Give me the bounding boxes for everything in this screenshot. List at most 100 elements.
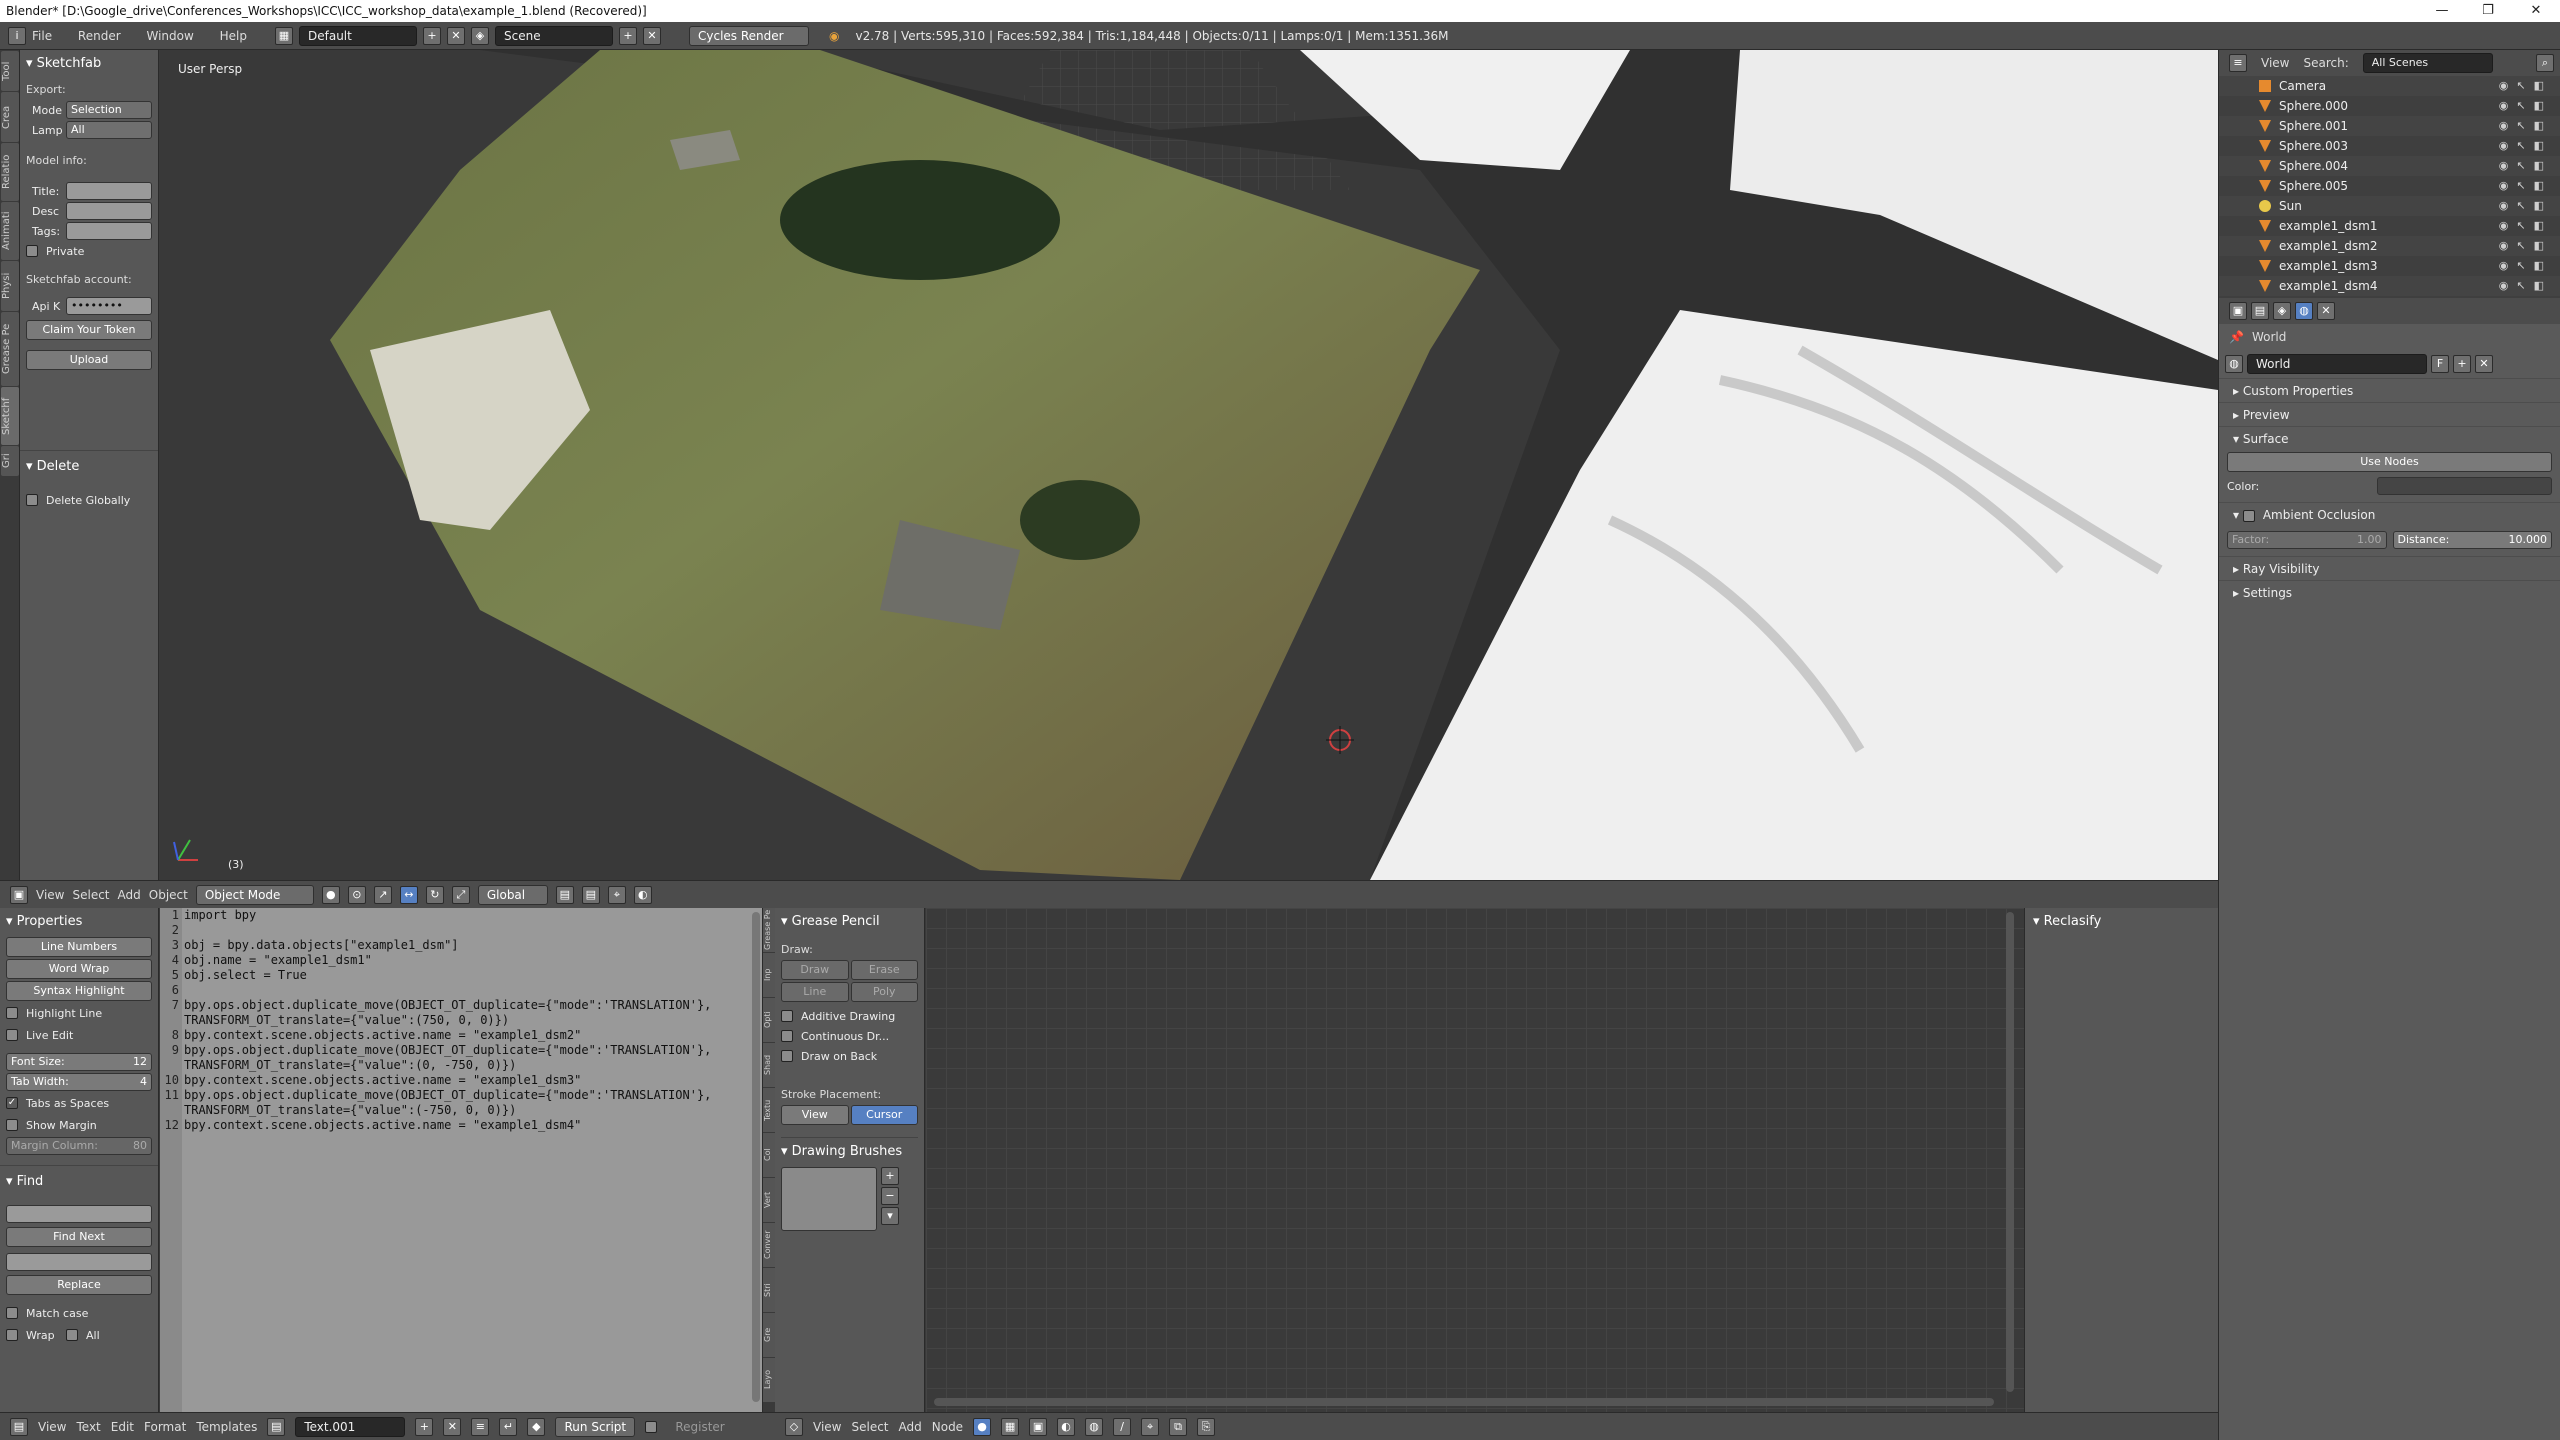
- screen-layout-icon[interactable]: ▦: [275, 26, 293, 45]
- visibility-toggle-icon[interactable]: ◉↖◧: [2499, 159, 2552, 172]
- claim-token-button[interactable]: Claim Your Token: [26, 320, 152, 340]
- code-line[interactable]: bpy.ops.object.duplicate_move(OBJECT_OT_…: [184, 1088, 711, 1103]
- outliner-item-name[interactable]: Sphere.000: [2279, 99, 2348, 113]
- grease-tab[interactable]: Col: [763, 1133, 775, 1177]
- outliner-item-name[interactable]: Sphere.001: [2279, 119, 2348, 133]
- grease-tab[interactable]: Grease Pe: [763, 908, 775, 952]
- text-menu-view[interactable]: View: [38, 1420, 66, 1434]
- tab-tools[interactable]: Tool: [1, 51, 19, 91]
- layers-tab-icon[interactable]: ▤: [2251, 302, 2269, 320]
- outliner-item[interactable]: Sphere.005 ◉↖◧: [2219, 176, 2560, 196]
- outliner-item[interactable]: Sphere.001 ◉↖◧: [2219, 116, 2560, 136]
- new-world-icon[interactable]: +: [2453, 355, 2471, 373]
- outliner-item-name[interactable]: example1_dsm2: [2279, 239, 2377, 253]
- syntax-toggle-icon[interactable]: ◆: [527, 1417, 546, 1436]
- text-name-field[interactable]: Text.001: [295, 1416, 406, 1437]
- outliner-item[interactable]: example1_dsm4 ◉↖◧: [2219, 276, 2560, 296]
- word-wrap-toggle-icon[interactable]: ↵: [499, 1417, 518, 1436]
- visibility-toggle-icon[interactable]: ◉↖◧: [2499, 99, 2552, 112]
- outliner-item-name[interactable]: example1_dsm3: [2279, 259, 2377, 273]
- code-line[interactable]: bpy.context.scene.objects.active.name = …: [184, 1118, 711, 1133]
- unlink-world-icon[interactable]: ✕: [2475, 355, 2493, 373]
- replace-button[interactable]: Replace: [6, 1275, 152, 1295]
- custom-properties-section[interactable]: ▸ Custom Properties: [2219, 378, 2560, 402]
- menu-view[interactable]: View: [36, 888, 64, 902]
- drawing-brushes-header[interactable]: ▾ Drawing Brushes: [781, 1137, 918, 1161]
- tab-sketchfab[interactable]: Sketchf: [1, 387, 19, 445]
- code-line[interactable]: TRANSFORM_OT_translate={"value":(750, 0,…: [184, 1013, 711, 1028]
- fake-user-button[interactable]: F: [2431, 355, 2449, 373]
- unlink-text-icon[interactable]: ✕: [443, 1417, 462, 1436]
- find-header[interactable]: ▾ Find: [6, 1172, 152, 1191]
- tab-create[interactable]: Crea: [1, 92, 19, 142]
- translate-icon[interactable]: ↔: [399, 885, 418, 904]
- code-line[interactable]: obj.name = "example1_dsm1": [184, 953, 711, 968]
- highlight-line-checkbox[interactable]: [6, 1007, 18, 1019]
- additive-drawing-checkbox[interactable]: [781, 1010, 793, 1022]
- remove-scene-icon[interactable]: ✕: [643, 26, 661, 45]
- sketchfab-header[interactable]: ▾ Sketchfab: [26, 54, 152, 73]
- brush-menu-icon[interactable]: ▾: [881, 1207, 899, 1225]
- menu-window[interactable]: Window: [146, 29, 193, 43]
- info-editor-icon[interactable]: i: [8, 26, 26, 45]
- object-shader-icon[interactable]: ◐: [1057, 1417, 1076, 1436]
- grease-tab[interactable]: Stri: [763, 1268, 775, 1312]
- compositing-nodes-icon[interactable]: ▣: [1029, 1417, 1048, 1436]
- node-menu-select[interactable]: Select: [851, 1420, 888, 1434]
- draw-on-back-checkbox[interactable]: [781, 1050, 793, 1062]
- menu-add[interactable]: Add: [118, 888, 141, 902]
- render-preview-icon[interactable]: ◐: [633, 885, 652, 904]
- node-h-scrollbar[interactable]: [934, 1398, 1994, 1406]
- preview-section[interactable]: ▸ Preview: [2219, 402, 2560, 426]
- node-editor-type-icon[interactable]: ◇: [785, 1417, 803, 1436]
- node-v-scrollbar[interactable]: [2006, 912, 2014, 1392]
- match-case-checkbox[interactable]: [6, 1307, 18, 1319]
- outliner-item[interactable]: example1_dsm1 ◉↖◧: [2219, 216, 2560, 236]
- outliner-item-name[interactable]: example1_dsm4: [2279, 279, 2377, 293]
- tab-width-field[interactable]: Tab Width: 4: [6, 1073, 152, 1091]
- 3d-viewport[interactable]: User Persp (3): [160, 50, 2218, 880]
- find-input[interactable]: [6, 1205, 152, 1223]
- all-checkbox[interactable]: [66, 1329, 78, 1341]
- maximize-button[interactable]: ❐: [2466, 0, 2510, 22]
- snap-node-icon[interactable]: ⌖: [1141, 1417, 1160, 1436]
- upload-button[interactable]: Upload: [26, 350, 152, 370]
- visibility-toggle-icon[interactable]: ◉↖◧: [2499, 219, 2552, 232]
- world-name-field[interactable]: World: [2247, 354, 2427, 374]
- visibility-toggle-icon[interactable]: ◉↖◧: [2499, 259, 2552, 272]
- scene-dropdown[interactable]: Scene: [495, 25, 613, 46]
- factor-field[interactable]: Factor: 1.00: [2227, 531, 2387, 549]
- world-tab-icon[interactable]: ◍: [2295, 302, 2313, 320]
- grease-tab[interactable]: Shad: [763, 1043, 775, 1087]
- reclassify-header[interactable]: ▾ Reclasify: [2033, 912, 2210, 931]
- delete-globally-checkbox[interactable]: [26, 494, 38, 506]
- erase-button[interactable]: Erase: [850, 960, 918, 980]
- live-edit-checkbox[interactable]: [6, 1029, 18, 1041]
- color-swatch[interactable]: [2377, 477, 2552, 495]
- tab-physics[interactable]: Physi: [1, 261, 19, 311]
- remove-layout-icon[interactable]: ✕: [447, 26, 465, 45]
- code-line[interactable]: TRANSFORM_OT_translate={"value":(0, -750…: [184, 1058, 711, 1073]
- delete-header[interactable]: ▾ Delete: [26, 457, 152, 476]
- pivot-icon[interactable]: ⊙: [347, 885, 366, 904]
- editor-type-icon[interactable]: ▣: [10, 885, 28, 904]
- text-menu-edit[interactable]: Edit: [111, 1420, 134, 1434]
- visibility-toggle-icon[interactable]: ◉↖◧: [2499, 79, 2552, 92]
- outliner-item-name[interactable]: Sun: [2279, 199, 2302, 213]
- outliner-item-name[interactable]: Camera: [2279, 79, 2326, 93]
- settings-section[interactable]: ▸ Settings: [2219, 580, 2560, 604]
- grease-tab[interactable]: Inp: [763, 953, 775, 997]
- grease-tab[interactable]: Vert: [763, 1178, 775, 1222]
- render-tab-icon[interactable]: ▣: [2229, 302, 2247, 320]
- text-menu-templates[interactable]: Templates: [196, 1420, 257, 1434]
- visibility-toggle-icon[interactable]: ◉↖◧: [2499, 119, 2552, 132]
- font-size-field[interactable]: Font Size: 12: [6, 1053, 152, 1071]
- orientation-dropdown[interactable]: Global: [477, 884, 548, 905]
- menu-file[interactable]: File: [32, 29, 52, 43]
- code-line[interactable]: bpy.ops.object.duplicate_move(OBJECT_OT_…: [184, 1043, 711, 1058]
- layers2-icon[interactable]: ▤: [581, 885, 600, 904]
- render-engine-dropdown[interactable]: Cycles Render: [689, 25, 809, 46]
- outliner-item[interactable]: example1_dsm3 ◉↖◧: [2219, 256, 2560, 276]
- ray-visibility-section[interactable]: ▸ Ray Visibility: [2219, 556, 2560, 580]
- code-line[interactable]: bpy.context.scene.objects.active.name = …: [184, 1028, 711, 1043]
